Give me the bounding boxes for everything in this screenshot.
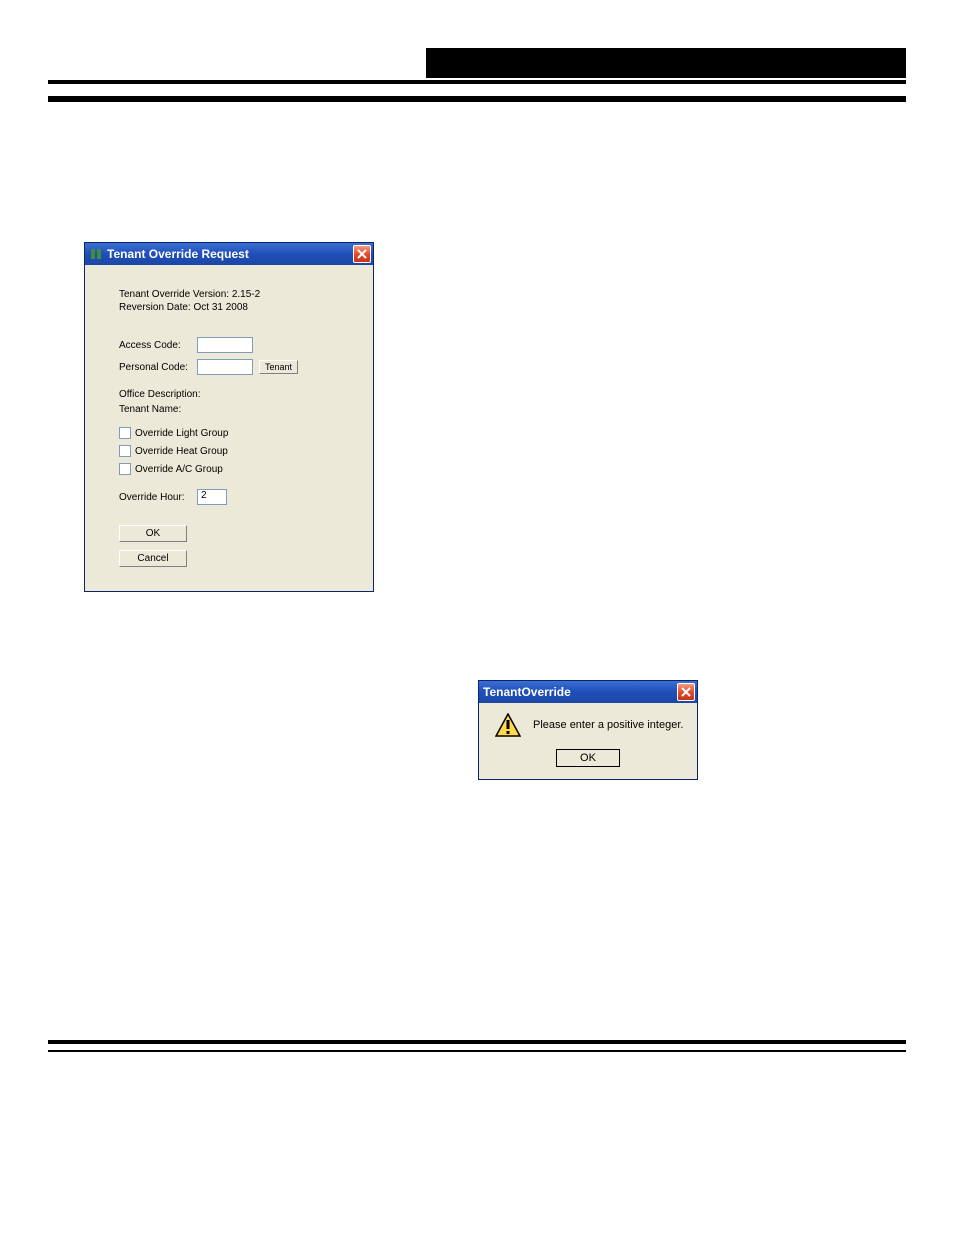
override-light-label: Override Light Group	[135, 428, 228, 439]
override-hour-input[interactable]: 2	[197, 489, 227, 505]
messagebox-title: TenantOverride	[483, 685, 677, 699]
override-ac-label: Override A/C Group	[135, 464, 223, 475]
cancel-button[interactable]: Cancel	[119, 550, 187, 567]
ok-button[interactable]: OK	[119, 525, 187, 542]
override-heat-label: Override Heat Group	[135, 446, 228, 457]
access-code-input[interactable]	[197, 337, 253, 353]
version-text: Tenant Override Version: 2.15-2	[119, 289, 349, 300]
messagebox-ok-button[interactable]: OK	[556, 749, 620, 767]
messagebox-close-button[interactable]	[677, 683, 695, 701]
header-black-block	[426, 48, 906, 78]
bottom-rule	[48, 1040, 906, 1044]
header-bar	[48, 48, 906, 78]
override-light-checkbox[interactable]	[119, 427, 131, 439]
office-description-label: Office Description:	[119, 389, 349, 400]
reversion-date-text: Reversion Date: Oct 31 2008	[119, 302, 349, 313]
tenant-override-window: Tenant Override Request Tenant Override …	[84, 242, 374, 592]
tenant-name-label: Tenant Name:	[119, 404, 349, 415]
titlebar: Tenant Override Request	[85, 243, 373, 265]
tenant-button[interactable]: Tenant	[259, 360, 298, 374]
top-rule-2	[48, 96, 906, 102]
personal-code-input[interactable]	[197, 359, 253, 375]
override-heat-checkbox[interactable]	[119, 445, 131, 457]
warning-icon	[495, 713, 521, 737]
override-hour-label: Override Hour:	[119, 492, 197, 503]
personal-code-label: Personal Code:	[119, 362, 197, 373]
window-title: Tenant Override Request	[107, 247, 353, 261]
access-code-label: Access Code:	[119, 340, 197, 351]
tenant-override-messagebox: TenantOverride Please enter a positive i…	[478, 680, 698, 780]
messagebox-text: Please enter a positive integer.	[533, 719, 683, 731]
footer-rule	[48, 1050, 906, 1052]
app-icon	[89, 247, 103, 261]
override-ac-checkbox[interactable]	[119, 463, 131, 475]
messagebox-titlebar: TenantOverride	[479, 681, 697, 703]
top-rule	[48, 80, 906, 84]
close-button[interactable]	[353, 245, 371, 263]
